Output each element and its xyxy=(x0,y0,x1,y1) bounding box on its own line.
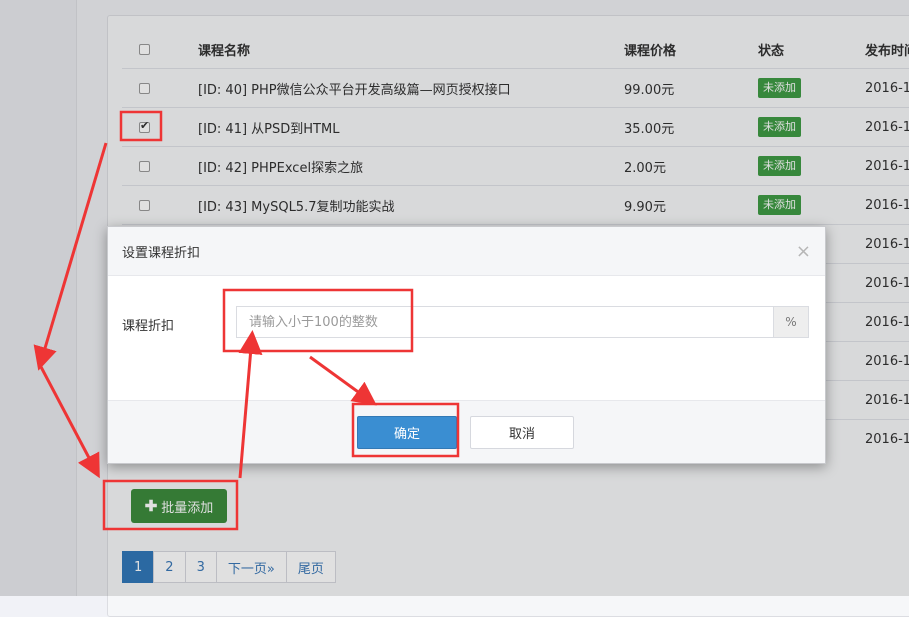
discount-modal: 设置课程折扣 × 课程折扣 % 确定 取消 xyxy=(107,226,826,464)
discount-input[interactable] xyxy=(236,306,773,338)
confirm-button[interactable]: 确定 xyxy=(357,416,457,449)
cancel-button[interactable]: 取消 xyxy=(470,416,574,449)
modal-title: 设置课程折扣 xyxy=(122,245,201,261)
discount-field-label: 课程折扣 xyxy=(122,319,175,334)
discount-input-group: % xyxy=(236,306,809,338)
close-icon[interactable]: × xyxy=(796,241,811,262)
modal-body: 课程折扣 % xyxy=(108,276,825,400)
modal-footer: 确定 取消 xyxy=(108,400,825,463)
modal-header: 设置课程折扣 × xyxy=(108,227,825,276)
percent-addon: % xyxy=(773,306,809,338)
